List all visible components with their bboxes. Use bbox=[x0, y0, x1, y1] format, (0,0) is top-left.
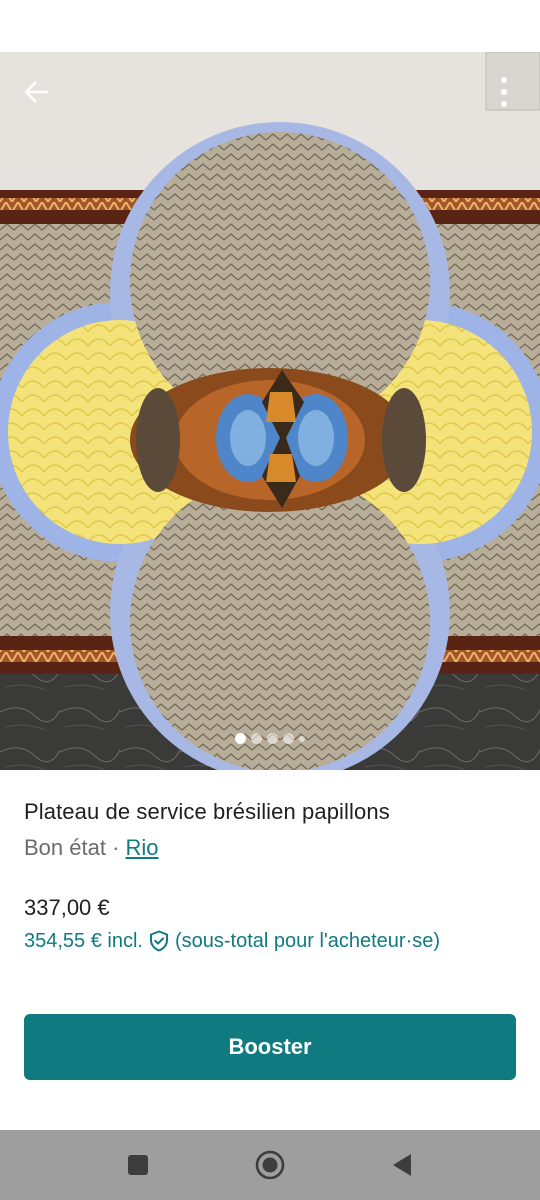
status-bar bbox=[0, 0, 540, 52]
listing-title: Plateau de service brésilien papillons bbox=[24, 799, 390, 824]
recent-apps-button[interactable] bbox=[118, 1145, 158, 1185]
listing-price: 337,00 € bbox=[24, 895, 110, 920]
gallery-dot[interactable] bbox=[299, 735, 305, 742]
listing-details: Plateau de service brésilien papillons B… bbox=[24, 798, 516, 954]
triangle-back-icon bbox=[393, 1154, 411, 1176]
gallery-dot[interactable] bbox=[267, 733, 278, 744]
shield-check-icon bbox=[149, 930, 168, 952]
meta-separator: · bbox=[105, 835, 126, 860]
price-incl-value: 354,55 € incl. bbox=[24, 930, 143, 952]
product-photo[interactable] bbox=[0, 52, 540, 770]
listing-brand-link[interactable]: Rio bbox=[126, 835, 159, 860]
gallery-dot[interactable] bbox=[251, 733, 262, 744]
nav-back-button[interactable] bbox=[382, 1145, 422, 1185]
gallery-dot[interactable] bbox=[283, 733, 294, 744]
system-navigation-bar bbox=[0, 1130, 540, 1200]
booster-button[interactable]: Booster bbox=[24, 1014, 516, 1080]
arrow-left-icon bbox=[24, 81, 49, 103]
more-options-button[interactable] bbox=[482, 70, 526, 114]
buyer-protection-price[interactable]: 354,55 € incl. (sous-total pour l'achete… bbox=[24, 928, 516, 954]
listing-meta: Bon état · Rio bbox=[24, 834, 516, 862]
back-button[interactable] bbox=[14, 70, 58, 114]
price-incl-note: (sous-total pour l'acheteur·se) bbox=[174, 930, 441, 952]
product-photo-image bbox=[0, 52, 540, 770]
more-vertical-icon bbox=[501, 77, 507, 107]
home-button[interactable] bbox=[250, 1145, 290, 1185]
circle-icon bbox=[255, 1150, 285, 1180]
gallery-pagination bbox=[0, 733, 540, 744]
listing-condition: Bon état bbox=[24, 835, 106, 860]
square-icon bbox=[128, 1155, 148, 1175]
gallery-dot[interactable] bbox=[235, 733, 246, 744]
